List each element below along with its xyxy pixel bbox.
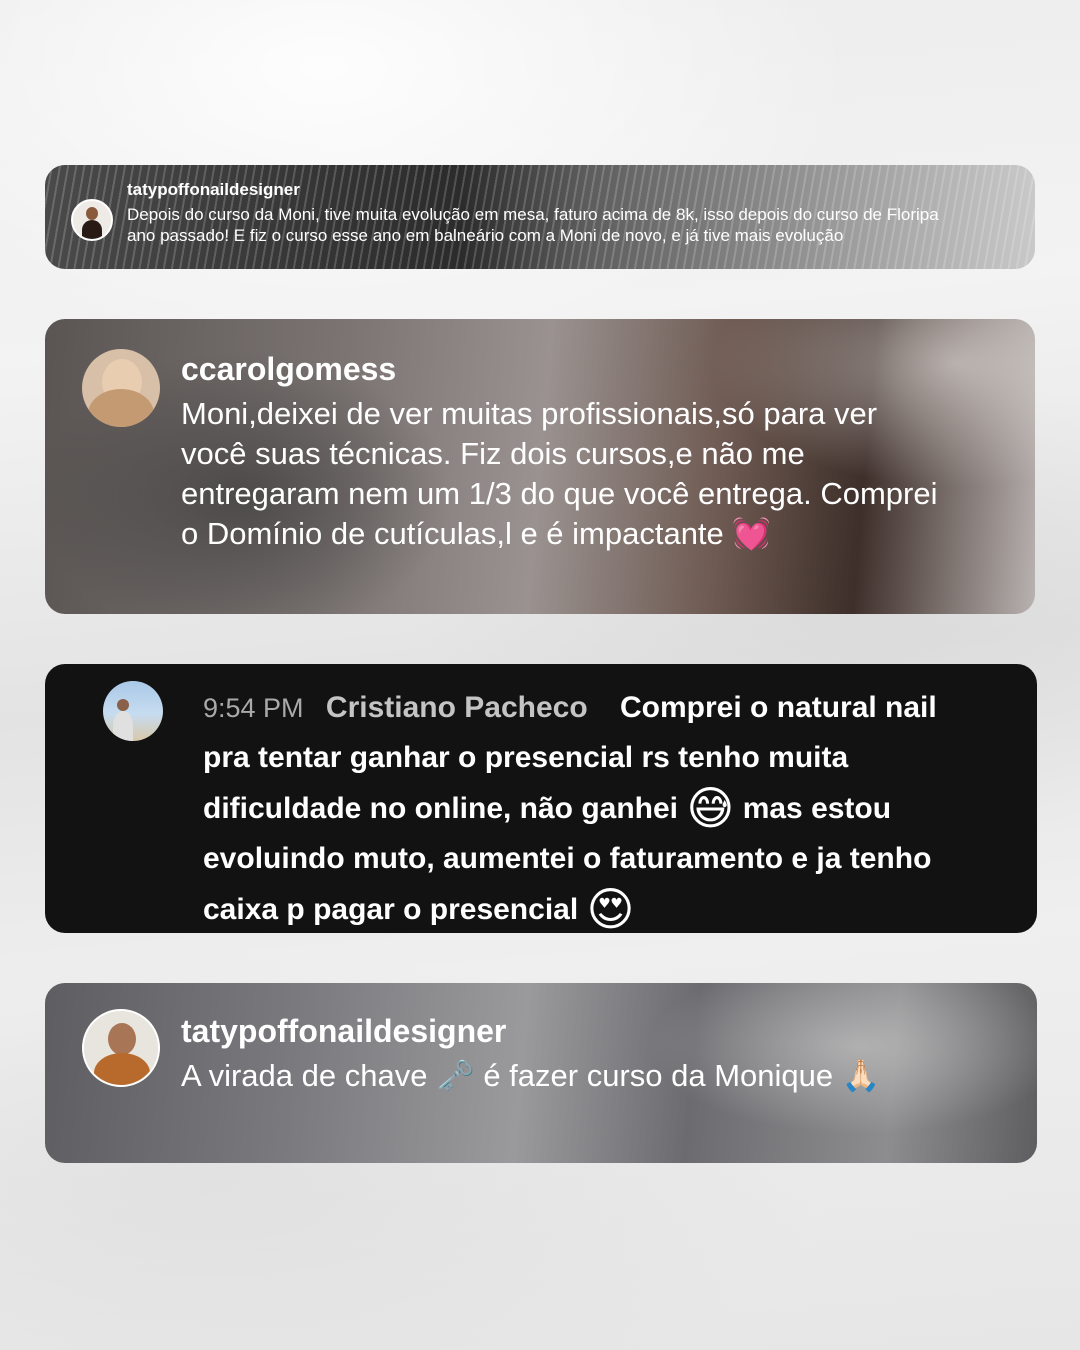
comment-card-ccarolgomess: ccarolgomess Moni,deixei de ver muitas p…	[45, 319, 1035, 614]
avatar-body	[82, 220, 102, 239]
comment-card-tatypoffo-2: tatypoffonaildesigner A virada de chave …	[45, 983, 1037, 1163]
avatar-head	[86, 207, 98, 220]
avatar[interactable]	[82, 349, 160, 427]
heart-emoji: 💓	[732, 516, 772, 552]
page: { "comments": [ { "username": "tatypoffo…	[0, 0, 1080, 1350]
avatar-body	[113, 711, 133, 741]
comment-text-wrapper: 9:54 PM Cristiano Pacheco Comprei o natu…	[203, 683, 983, 933]
avatar[interactable]	[71, 199, 113, 241]
comment-text-wrapper: Moni,deixei de ver muitas profissionais,…	[181, 394, 941, 554]
avatar[interactable]	[82, 1009, 160, 1087]
praying-hands-emoji: 🙏🏻	[841, 1058, 881, 1094]
avatar-head	[108, 1023, 136, 1055]
comment-author[interactable]: Cristiano Pacheco	[326, 691, 588, 724]
comment-text-part-2: é fazer curso da Monique	[483, 1058, 834, 1093]
heart-eyes-emoji: 😍	[586, 882, 635, 933]
avatar[interactable]	[103, 681, 163, 741]
comment-username[interactable]: tatypoffonaildesigner	[127, 180, 300, 200]
comment-text-part-1: A virada de chave	[181, 1058, 428, 1093]
avatar-head	[117, 699, 129, 711]
comment-time: 9:54 PM	[203, 693, 304, 723]
comment-username[interactable]: ccarolgomess	[181, 351, 396, 388]
comment-text-wrapper: A virada de chave 🗝️ é fazer curso da Mo…	[181, 1055, 981, 1097]
comment-username[interactable]: tatypoffonaildesigner	[181, 1013, 506, 1050]
avatar-body	[88, 389, 154, 427]
avatar-body	[94, 1053, 150, 1085]
comment-text: Depois do curso da Moni, tive muita evol…	[127, 205, 939, 245]
comment-card-cristiano-pacheco: 9:54 PM Cristiano Pacheco Comprei o natu…	[45, 664, 1037, 933]
sweat-smile-emoji: 😅	[686, 781, 735, 835]
comment-text: Moni,deixei de ver muitas profissionais,…	[181, 396, 938, 551]
key-emoji: 🗝️	[436, 1058, 475, 1094]
comment-card-tatypoffo-1: tatypoffonaildesigner Depois do curso da…	[45, 165, 1035, 269]
